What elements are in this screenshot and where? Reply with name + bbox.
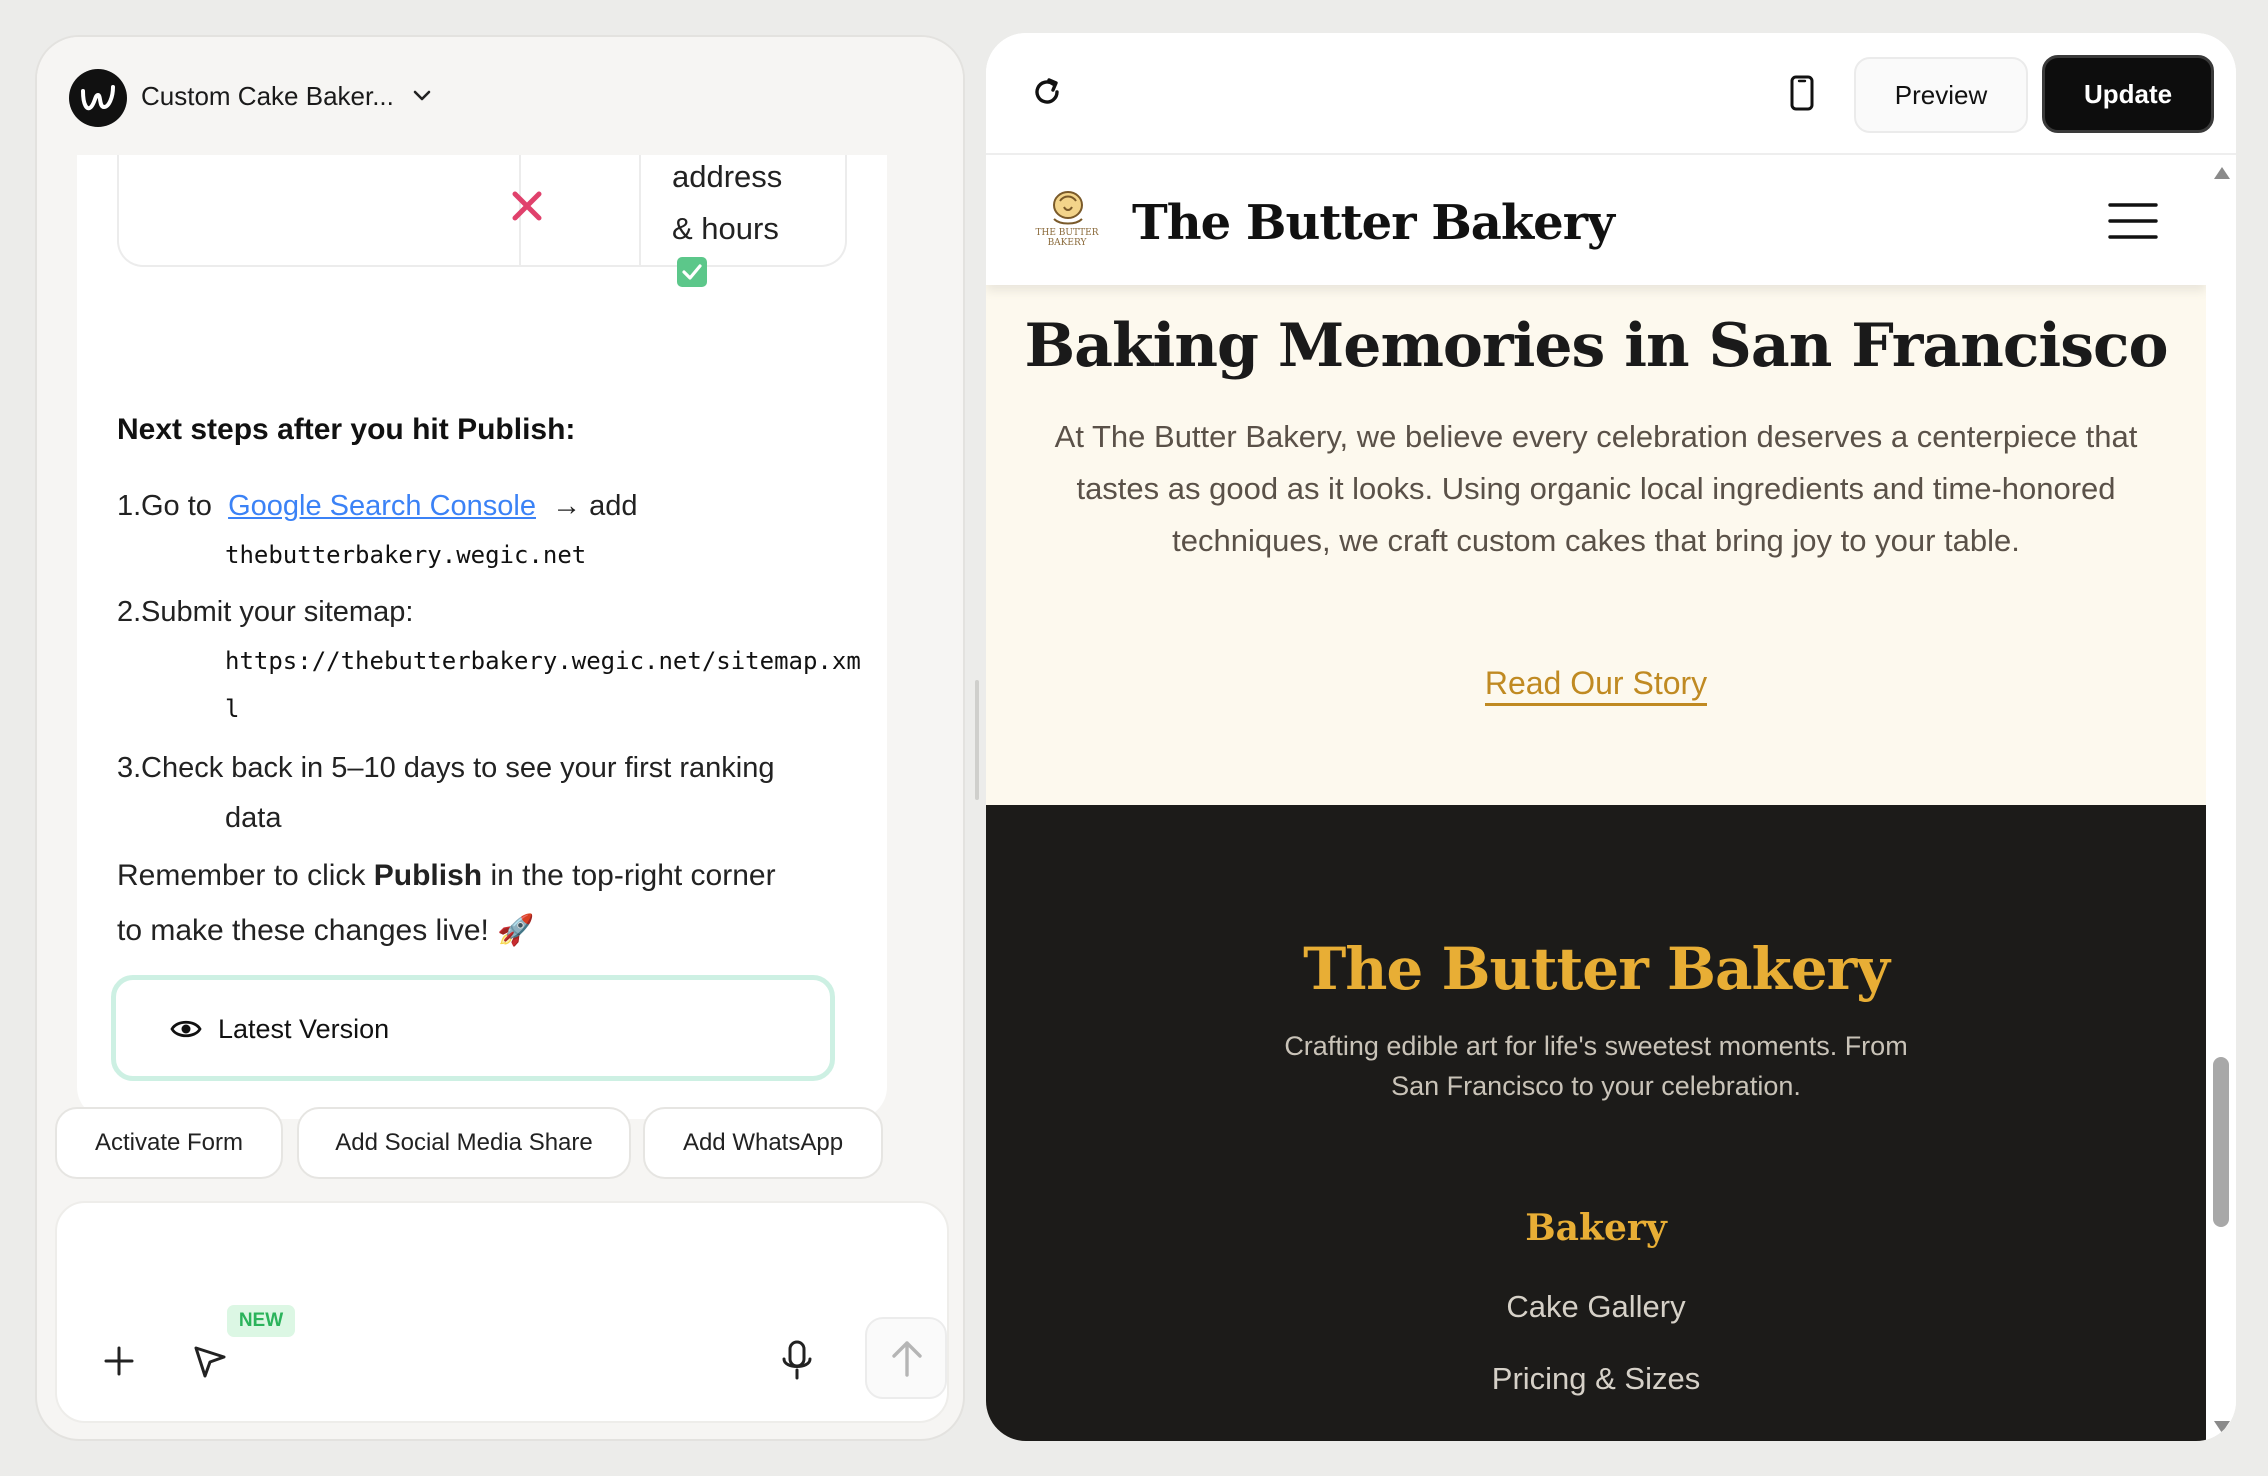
scroll-thumb[interactable] [2213, 1057, 2229, 1227]
hero-description: At The Butter Bakery, we believe every c… [1054, 419, 2138, 454]
logo-text: THE BUTTER BAKERY [1035, 228, 1099, 248]
reload-icon[interactable] [1030, 75, 1064, 109]
step-text: → add [552, 490, 638, 522]
footer-section-heading: Bakery [1525, 1207, 1667, 1249]
reminder-bold: Publish [373, 859, 483, 892]
chat-panel: Custom Cake Baker... g address & hours N… [35, 35, 965, 1441]
plus-icon[interactable] [101, 1343, 137, 1379]
preview-button[interactable]: Preview [1854, 57, 2028, 133]
read-our-story-link[interactable]: Read Our Story [986, 665, 2206, 706]
footer-brand-name: The Butter Bakery [1303, 935, 1890, 1003]
step-text: Check back in 5–10 days to see your firs… [141, 752, 775, 784]
next-steps-heading: Next steps after you hit Publish: [117, 413, 576, 446]
mobile-icon[interactable] [1790, 75, 1814, 111]
preview-scrollbar[interactable] [2206, 157, 2236, 1441]
assistant-message-card: g address & hours Next steps after you h… [77, 105, 887, 1119]
reminder-part: in the top-right corner [490, 859, 776, 892]
read-our-story-label[interactable]: Read Our Story [1484, 665, 1708, 706]
panel-resize-handle[interactable] [975, 680, 979, 800]
list-item: 1. Go to Google Search Console → add [117, 489, 638, 524]
preview-panel: Preview Update THE BUTTER BAKERY The But… [986, 33, 2236, 1441]
activate-form-chip[interactable]: Activate Form [55, 1107, 283, 1179]
list-item: 3. Check back in 5–10 days to see your f… [117, 751, 775, 786]
cursor-icon[interactable] [191, 1343, 229, 1381]
preview-toolbar: Preview Update [986, 33, 2236, 155]
scroll-down-arrow-icon[interactable] [2214, 1421, 2230, 1433]
footer-tagline: San Francisco to your celebration. [1391, 1071, 1801, 1101]
app-logo-icon[interactable] [69, 69, 127, 127]
check-icon [677, 257, 707, 287]
table-cell-address: address [672, 159, 783, 194]
step-text: data [225, 802, 282, 834]
domain-code: thebutterbakery.wegic.net [225, 541, 587, 569]
hero-description: tastes as good as it looks. Using organi… [1076, 471, 2116, 506]
add-social-share-chip[interactable]: Add Social Media Share [297, 1107, 631, 1179]
hero-section: Baking Memories in San Francisco At The … [986, 285, 2206, 805]
add-whatsapp-chip[interactable]: Add WhatsApp [643, 1107, 883, 1179]
cross-icon [512, 191, 542, 221]
latest-version-button[interactable]: Latest Version [111, 975, 835, 1081]
chevron-down-icon[interactable] [409, 83, 435, 109]
hero-description: techniques, we craft custom cakes that b… [1172, 523, 2020, 558]
list-number: 1. [117, 490, 142, 522]
website-preview: THE BUTTER BAKERY The Butter Bakery Baki… [986, 157, 2206, 1441]
sitemap-url-code: https://thebutterbakery.wegic.net/sitema… [225, 647, 861, 675]
site-footer: The Butter Bakery Crafting edible art fo… [986, 805, 2206, 1441]
site-navbar: THE BUTTER BAKERY The Butter Bakery [986, 157, 2206, 285]
step-text: Submit your sitemap: [141, 596, 414, 628]
send-button[interactable] [865, 1317, 947, 1399]
list-number: 2. [117, 596, 142, 628]
reminder-text: Remember to click Publish in the top-rig… [117, 859, 776, 893]
hero-title: Baking Memories in San Francisco [1024, 311, 2168, 381]
footer-link-cake-gallery[interactable]: Cake Gallery [986, 1289, 2206, 1325]
arrow-up-icon [892, 1341, 922, 1377]
project-title[interactable]: Custom Cake Baker... [141, 81, 394, 112]
site-brand-name[interactable]: The Butter Bakery [1132, 195, 1615, 251]
eye-icon [170, 1020, 202, 1038]
scroll-up-arrow-icon[interactable] [2214, 167, 2230, 179]
message-composer[interactable]: NEW [55, 1201, 949, 1423]
footer-tagline: Crafting edible art for life's sweetest … [1284, 1031, 1908, 1061]
reminder-text: to make these changes live! 🚀 [117, 914, 535, 947]
reminder-part: Remember to click [117, 859, 366, 892]
mic-icon[interactable] [779, 1339, 815, 1381]
latest-version-label: Latest Version [218, 1014, 390, 1044]
table-cell-hours: & hours [672, 211, 779, 246]
sitemap-url-code: l [225, 695, 240, 723]
chat-header: Custom Cake Baker... [37, 37, 963, 155]
step-text: Go to [141, 490, 212, 522]
update-button[interactable]: Update [2042, 55, 2214, 133]
list-item: 2. Submit your sitemap: [117, 595, 414, 630]
list-number: 3. [117, 752, 142, 784]
new-badge: NEW [227, 1305, 295, 1337]
google-search-console-link[interactable]: Google Search Console [228, 490, 536, 522]
footer-link-pricing[interactable]: Pricing & Sizes [986, 1361, 2206, 1397]
hamburger-icon[interactable] [2108, 201, 2158, 241]
